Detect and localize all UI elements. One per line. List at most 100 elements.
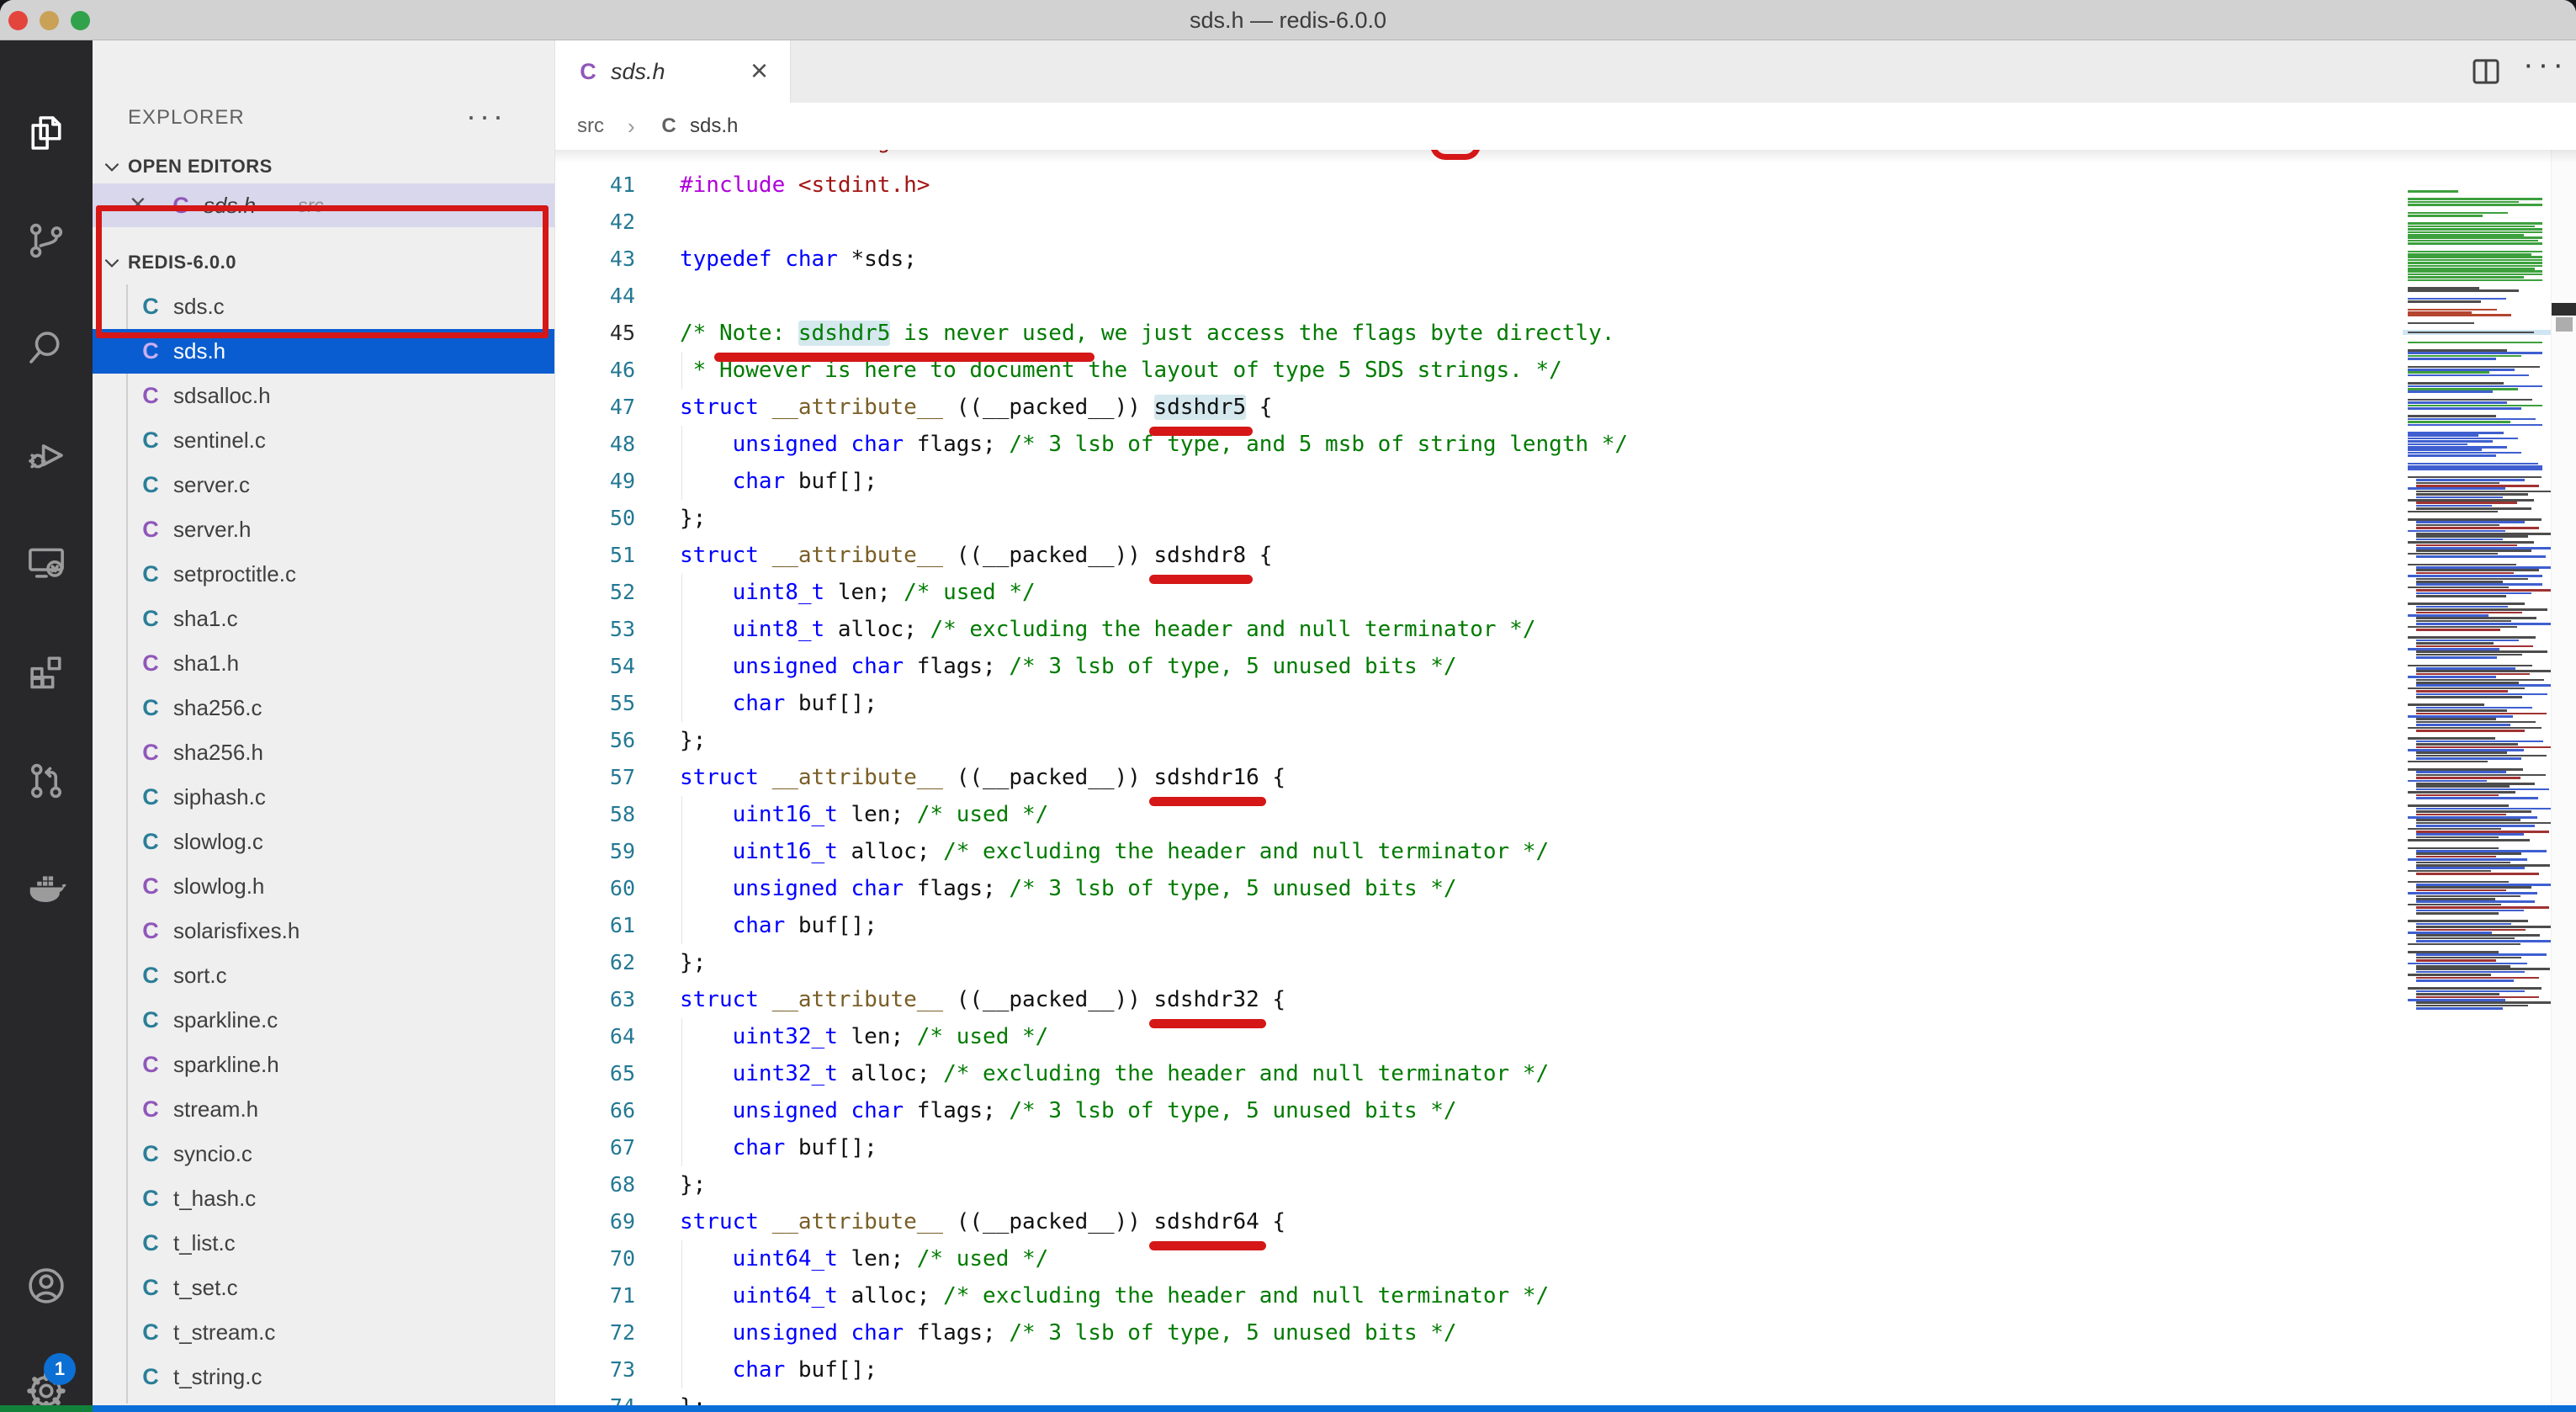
source-control-icon[interactable] <box>23 217 70 264</box>
file-row-server-h[interactable]: C server.h <box>93 507 555 552</box>
search-icon[interactable] <box>23 323 70 370</box>
minimap-line <box>2416 595 2506 597</box>
explorer-icon[interactable] <box>23 109 70 157</box>
file-row-t_list-c[interactable]: C t_list.c <box>93 1221 555 1266</box>
file-row-sdsalloc-h[interactable]: C sdsalloc.h <box>93 374 555 418</box>
file-row-sha1-c[interactable]: C sha1.c <box>93 597 555 641</box>
line-number: 63 <box>555 981 635 1018</box>
minimap-line <box>2416 979 2514 982</box>
file-row-sort-c[interactable]: C sort.c <box>93 953 555 998</box>
file-row-solarisfixes-h[interactable]: C solarisfixes.h <box>93 909 555 953</box>
red-underline-annotation: sdshdr16 <box>1154 759 1259 796</box>
editor-more-actions-icon[interactable]: ··· <box>2523 47 2568 83</box>
code-token: len; <box>838 1024 917 1049</box>
code-token: /* excluding the header and null termina… <box>930 617 1535 642</box>
minimap-line <box>2408 231 2542 234</box>
minimap-line <box>2416 650 2547 653</box>
file-row-setproctitle-c[interactable]: C setproctitle.c <box>93 552 555 597</box>
file-row-t_string-c[interactable]: C t_string.c <box>93 1355 555 1399</box>
code-line-60: 60 unsigned char flags; /* 3 lsb of type… <box>555 870 2406 907</box>
code-token: /* excluding the header and null termina… <box>943 839 1549 864</box>
explorer-more-actions-icon[interactable]: ··· <box>466 99 506 133</box>
minimap-line <box>2408 215 2483 217</box>
code-line-74: 74}; <box>555 1388 2406 1405</box>
file-row-slowlog-h[interactable]: C slowlog.h <box>93 864 555 909</box>
pull-request-icon[interactable] <box>23 757 70 804</box>
breadcrumb-file[interactable]: sds.h <box>690 103 738 150</box>
file-row-sha256-c[interactable]: C sha256.c <box>93 686 555 730</box>
c-source-file-icon: C <box>136 953 165 998</box>
minimap-line <box>2408 943 2520 946</box>
file-row-t_set-c[interactable]: C t_set.c <box>93 1266 555 1310</box>
file-row-t_stream-c[interactable]: C t_stream.c <box>93 1310 555 1355</box>
indent-guide <box>681 796 682 833</box>
minimap[interactable] <box>2403 150 2551 1405</box>
code-line-45: 45/* Note: sdshdr5 is never used, we jus… <box>555 315 2406 352</box>
breadcrumb-folder[interactable]: src <box>577 103 604 150</box>
file-row-t_zset-c[interactable]: C t_zset.c <box>93 1399 555 1405</box>
code-token: ((__packed__)) <box>943 987 1153 1012</box>
open-editors-label: OPEN EDITORS <box>128 145 273 188</box>
indent-guide <box>681 1018 682 1055</box>
c-header-file-icon: C <box>136 1087 165 1132</box>
line-number: 50 <box>555 500 635 537</box>
file-row-sparkline-c[interactable]: C sparkline.c <box>93 998 555 1043</box>
file-row-siphash-c[interactable]: C siphash.c <box>93 775 555 820</box>
code-token <box>680 1246 733 1271</box>
code-editor[interactable]: #include <stdarg.h>41#include <stdint.h>… <box>555 150 2576 1405</box>
minimap-line <box>2416 566 2551 569</box>
minimap-line <box>2408 289 2519 292</box>
minimap-line <box>2408 222 2542 225</box>
file-row-sentinel-c[interactable]: C sentinel.c <box>93 418 555 463</box>
file-row-server-c[interactable]: C server.c <box>93 463 555 507</box>
code-line-58: 58 uint16_t len; /* used */ <box>555 796 2406 833</box>
minimap-line <box>2408 287 2479 289</box>
minimap-line <box>2416 620 2511 623</box>
code-text: uint32_t alloc; /* excluding the header … <box>680 1061 1549 1086</box>
file-row-syncio-c[interactable]: C syncio.c <box>93 1132 555 1176</box>
red-underline-annotation: sdshdr5 <box>1154 389 1247 426</box>
minimap-line <box>2416 521 2525 523</box>
file-row-sha1-h[interactable]: C sha1.h <box>93 641 555 686</box>
remote-explorer-icon[interactable] <box>23 539 70 586</box>
run-debug-icon[interactable] <box>23 431 70 478</box>
tab-sds-h[interactable]: C sds.h × <box>555 40 791 103</box>
file-row-sparkline-h[interactable]: C sparkline.h <box>93 1043 555 1087</box>
line-number: 74 <box>555 1388 635 1405</box>
file-row-stream-h[interactable]: C stream.h <box>93 1087 555 1132</box>
code-line-62: 62}; <box>555 944 2406 981</box>
scrollbar-handle[interactable] <box>2556 317 2573 332</box>
file-row-sha256-h[interactable]: C sha256.h <box>93 730 555 775</box>
code-token: }; <box>680 1172 706 1197</box>
code-token <box>680 469 733 494</box>
code-token <box>838 432 851 457</box>
editor-scrollbar[interactable] <box>2551 150 2576 1405</box>
docker-icon[interactable] <box>23 863 70 910</box>
code-token: unsigned <box>733 1098 838 1123</box>
account-icon[interactable] <box>23 1262 70 1309</box>
file-row-t_hash-c[interactable]: C t_hash.c <box>93 1176 555 1221</box>
minimap-line <box>2416 544 2517 547</box>
file-row-slowlog-c[interactable]: C slowlog.c <box>93 820 555 864</box>
line-number: 71 <box>555 1277 635 1314</box>
tab-close-icon[interactable]: × <box>750 40 768 101</box>
minimap-line <box>2408 405 2542 407</box>
code-token: len; <box>838 802 917 827</box>
extensions-icon[interactable] <box>23 648 70 695</box>
minimap-line <box>2416 929 2526 932</box>
breadcrumb: src › C sds.h <box>555 103 2576 150</box>
minimap-line <box>2408 828 2501 831</box>
split-editor-icon[interactable] <box>2468 54 2504 93</box>
minimap-line <box>2408 352 2542 354</box>
code-token <box>680 617 733 642</box>
code-token: /* used */ <box>917 802 1049 827</box>
line-number: 47 <box>555 389 635 426</box>
code-token <box>680 691 733 716</box>
minimap-line <box>2408 648 2499 650</box>
line-number: 52 <box>555 574 635 611</box>
code-line-57: 57struct __attribute__ ((__packed__)) sd… <box>555 759 2406 796</box>
open-editors-section[interactable]: OPEN EDITORS <box>93 145 555 188</box>
code-token: /* used */ <box>917 1024 1049 1049</box>
code-token: /* excluding the header and null termina… <box>943 1283 1549 1308</box>
file-name: t_hash.c <box>173 1176 256 1221</box>
